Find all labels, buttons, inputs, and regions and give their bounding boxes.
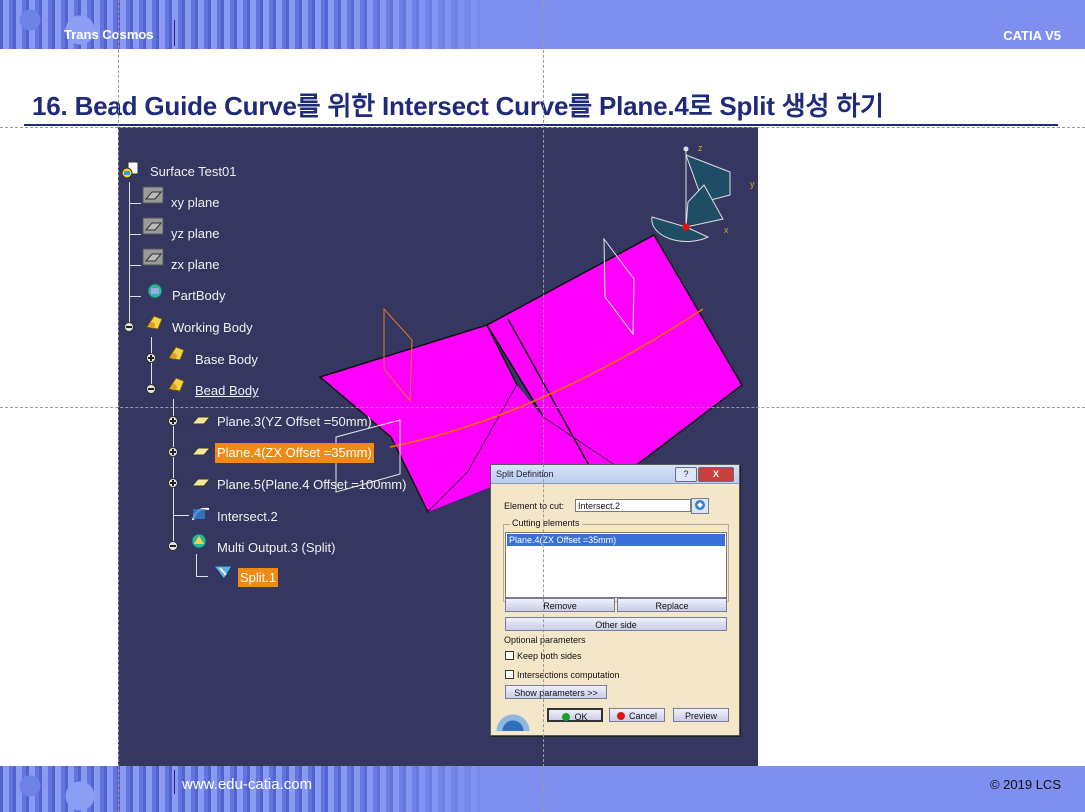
guide-line: [543, 0, 544, 812]
tree-root[interactable]: Surface Test01: [150, 164, 236, 179]
tree-item-plane-3[interactable]: Plane.3(YZ Offset =50mm): [217, 414, 372, 429]
multi-output-icon: [191, 533, 207, 549]
part-document-icon: [121, 161, 139, 179]
expand-toggle[interactable]: [168, 478, 178, 488]
split-icon: [212, 565, 233, 580]
footer-copyright: © 2019 LCS: [989, 777, 1061, 792]
tree-item-bead-body[interactable]: Bead Body: [195, 383, 259, 398]
close-button[interactable]: X: [698, 467, 734, 482]
plane-icon: [190, 447, 212, 456]
expand-toggle[interactable]: [168, 416, 178, 426]
compass-y-label: y: [750, 179, 755, 189]
plane-icon: [142, 248, 164, 266]
geometrical-set-icon: [168, 377, 185, 392]
expand-toggle[interactable]: [146, 353, 156, 363]
tree-item-intersect-2[interactable]: Intersect.2: [217, 509, 278, 524]
geometrical-set-icon: [168, 346, 185, 361]
element-pick-button[interactable]: [691, 498, 709, 514]
geometrical-set-icon: [146, 315, 163, 330]
remove-button[interactable]: Remove: [505, 598, 615, 612]
plane-icon: [190, 416, 212, 425]
intersections-computation-checkbox[interactable]: [505, 670, 514, 679]
compass-x-label: x: [724, 225, 729, 235]
tree-item-partbody[interactable]: PartBody: [172, 288, 225, 303]
guide-line: [118, 0, 119, 812]
dialog-titlebar[interactable]: Split Definition ? X: [491, 465, 739, 484]
title-underline: [24, 124, 1058, 126]
ok-icon: [562, 713, 571, 721]
preview-button[interactable]: Preview: [673, 708, 729, 722]
product-name: CATIA V5: [1003, 28, 1061, 43]
cancel-label: Cancel: [628, 711, 657, 721]
compass: [651, 146, 731, 242]
brand-text: Trans Cosmos: [64, 27, 154, 42]
help-button[interactable]: ?: [675, 467, 697, 482]
ok-button[interactable]: OK: [547, 708, 603, 722]
tree-item-base-body[interactable]: Base Body: [195, 352, 258, 367]
footer-url[interactable]: www.edu-catia.com: [182, 776, 312, 793]
compass-z-label: z: [698, 143, 703, 153]
plane-icon: [142, 186, 164, 204]
element-to-cut-label: Element to cut:: [504, 501, 565, 511]
plane-icon: [142, 217, 164, 235]
tree-item-zx-plane[interactable]: zx plane: [171, 257, 219, 272]
collapse-toggle[interactable]: [168, 541, 178, 551]
cancel-icon: [616, 712, 625, 720]
tree-item-plane-5[interactable]: Plane.5(Plane.4 Offset =100mm): [217, 477, 406, 492]
other-side-button[interactable]: Other side: [505, 617, 727, 631]
cancel-button[interactable]: Cancel: [609, 708, 665, 722]
slide-title: 16. Bead Guide Curve를 위한 Intersect Curve…: [32, 91, 884, 121]
expand-toggle[interactable]: [168, 447, 178, 457]
keep-both-sides-checkbox[interactable]: [505, 651, 514, 660]
guide-line: [0, 127, 1085, 128]
tree-item-multi-output-3[interactable]: Multi Output.3 (Split): [217, 540, 336, 555]
keep-both-sides-label: Keep both sides: [517, 651, 582, 661]
tree-item-plane-4[interactable]: Plane.4(ZX Offset =35mm): [215, 443, 374, 463]
cutting-elements-list[interactable]: Plane.4(ZX Offset =35mm): [505, 532, 727, 598]
intersections-computation-label: Intersections computation: [517, 670, 620, 680]
selection-icon: [695, 500, 705, 510]
plane-icon: [190, 478, 212, 487]
replace-button[interactable]: Replace: [617, 598, 727, 612]
intersect-icon: [192, 507, 210, 521]
element-to-cut-field[interactable]: Intersect.2: [575, 499, 691, 512]
collapse-toggle[interactable]: [146, 384, 156, 394]
guide-line: [0, 407, 1085, 408]
header-separator: [174, 20, 175, 46]
dialog-corner-decoration: [493, 705, 533, 731]
tree-item-split-1[interactable]: Split.1: [238, 568, 279, 587]
tree-item-working-body[interactable]: Working Body: [172, 320, 253, 335]
split-definition-dialog: Split Definition ? X Element to cut: Int…: [490, 464, 740, 736]
ok-label: OK: [574, 712, 588, 722]
collapse-toggle[interactable]: [124, 322, 134, 332]
partbody-icon: [147, 283, 163, 299]
tree-item-xy-plane[interactable]: xy plane: [171, 195, 219, 210]
optional-parameters-label: Optional parameters: [504, 635, 586, 645]
tree-item-yz-plane[interactable]: yz plane: [171, 226, 219, 241]
cutting-elements-label: Cutting elements: [510, 518, 582, 528]
cutting-element-item[interactable]: Plane.4(ZX Offset =35mm): [507, 534, 725, 546]
dialog-title: Split Definition: [496, 469, 554, 479]
show-parameters-button[interactable]: Show parameters >>: [505, 685, 607, 699]
footer-separator: [174, 770, 175, 794]
